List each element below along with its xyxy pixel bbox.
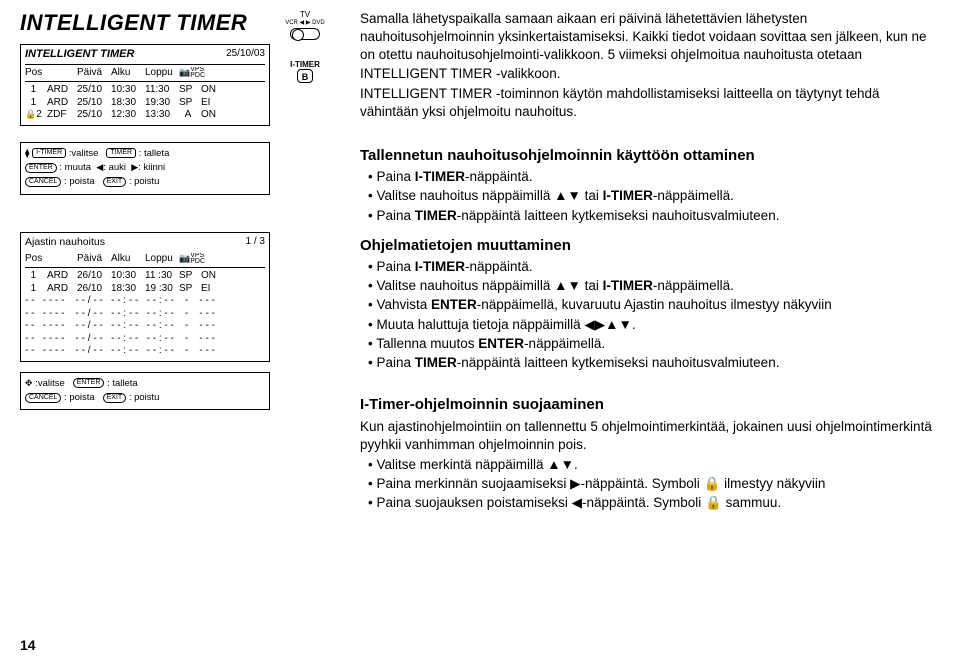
legend-text: : poista — [64, 392, 95, 403]
col-paiva: Päivä — [77, 253, 111, 266]
lock-icon: 🔒 — [25, 109, 36, 120]
legend-text: : auki — [103, 162, 126, 173]
enter-key-icon: ENTER — [25, 163, 57, 173]
col-loppu: Loppu — [145, 253, 179, 266]
sec3-list: Valitse merkintä näppäimillä ▲▼. Paina m… — [360, 456, 940, 513]
table-row: - - - - - - - - / - - - - : - - - - : - … — [25, 345, 265, 358]
table-row: 1ARD25/1010:3011:30SPON — [25, 84, 265, 97]
camera-icon: 📷 — [179, 253, 190, 266]
table-row: 1ARD26/1010:3011 :30SPON — [25, 270, 265, 283]
legend-text: :valitse — [69, 148, 99, 159]
legend-text: : poistu — [129, 176, 160, 187]
osd-intelligent-timer: INTELLIGENT TIMER 25/10/03 Pos Päivä Alk… — [20, 44, 270, 126]
sec3-intro: Kun ajastinohjelmointiin on tallennettu … — [360, 418, 940, 454]
legend-text: : poista — [64, 176, 95, 187]
page-title: INTELLIGENT TIMER — [20, 10, 270, 36]
table-row: - - - - - - - - / - - - - : - - - - : - … — [25, 308, 265, 321]
osd2-title: Ajastin nauhoitus — [25, 236, 105, 248]
col-vps: VPSPDC — [190, 253, 205, 266]
col-alku: Alku — [111, 253, 145, 266]
page-number: 14 — [20, 637, 36, 653]
table-row: - - - - - - - - / - - - - : - - - - : - … — [25, 320, 265, 333]
legend2: ✥ :valitse ENTER : talleta CANCEL : pois… — [20, 372, 270, 411]
switch-icon — [290, 28, 320, 40]
legend-text: : talleta — [139, 148, 170, 159]
updown-icon: ⧫ — [25, 148, 29, 158]
col-paiva: Päivä — [77, 67, 111, 80]
exit-key-icon: EXIT — [103, 393, 127, 403]
remote-icons: TV VCR ◀ ▶ DVD I-TIMER B — [280, 10, 330, 83]
col-loppu: Loppu — [145, 67, 179, 80]
itimer-label: I-TIMER — [280, 60, 330, 69]
timer-key-icon: TIMER — [106, 148, 136, 158]
col-pos: Pos — [25, 253, 47, 266]
osd2-page: 1 / 3 — [246, 236, 265, 249]
camera-icon: 📷 — [179, 67, 190, 80]
cancel-key-icon: CANCEL — [25, 177, 61, 187]
legend-text: : kiinni — [138, 162, 165, 173]
itimer-key-icon: I-TIMER — [32, 148, 66, 158]
osd1-title: INTELLIGENT TIMER — [25, 48, 134, 60]
legend-text: : poistu — [129, 392, 160, 403]
legend-text: :valitse — [35, 378, 65, 389]
table-row: 🔒2ZDF25/1012:3013:30 AON — [25, 109, 265, 122]
col-vps: VPSPDC — [190, 67, 205, 80]
sec1-heading: Tallennetun nauhoitusohjelmoinnin käyttö… — [360, 146, 940, 166]
sec3-heading: I-Timer-ohjelmoinnin suojaaminen — [360, 395, 940, 415]
nav-icon: ✥ — [25, 378, 33, 388]
osd1-date: 25/10/03 — [226, 48, 265, 61]
sec2-list: Paina I-TIMER-näppäintä. Valitse nauhoit… — [360, 258, 940, 372]
col-alku: Alku — [111, 67, 145, 80]
osd2-header: Pos Päivä Alku Loppu 📷 VPSPDC — [25, 253, 265, 269]
intro-p1: Samalla lähetyspaikalla samaan aikaan er… — [360, 10, 940, 83]
legend-text: : muuta — [59, 162, 91, 173]
table-row: 1ARD25/1018:3019:30SPEI — [25, 97, 265, 110]
legend1: ⧫ I-TIMER :valitse TIMER : talleta ENTER… — [20, 142, 270, 195]
osd1-header: Pos Päivä Alku Loppu 📷 VPSPDC — [25, 67, 265, 83]
legend-text: : talleta — [107, 378, 138, 389]
sec1-list: Paina I-TIMER-näppäintä. Valitse nauhoit… — [360, 168, 940, 225]
table-row: 1ARD26/1018:3019 :30SPEI — [25, 283, 265, 296]
sec2-heading: Ohjelmatietojen muuttaminen — [360, 236, 940, 256]
table-row: - - - - - - - - / - - - - : - - - - : - … — [25, 333, 265, 346]
cancel-key-icon: CANCEL — [25, 393, 61, 403]
col-pos: Pos — [25, 67, 47, 80]
osd-ajastin: Ajastin nauhoitus 1 / 3 Pos Päivä Alku L… — [20, 232, 270, 362]
vcr-dvd-label: VCR ◀ ▶ DVD — [280, 19, 330, 26]
exit-key-icon: EXIT — [103, 177, 127, 187]
b-button-icon: B — [297, 69, 313, 83]
enter-key-icon: ENTER — [73, 378, 105, 388]
table-row: - - - - - - - - / - - - - : - - - - : - … — [25, 295, 265, 308]
tv-label: TV — [280, 10, 330, 19]
intro-p2: INTELLIGENT TIMER -toiminnon käytön mahd… — [360, 85, 940, 121]
